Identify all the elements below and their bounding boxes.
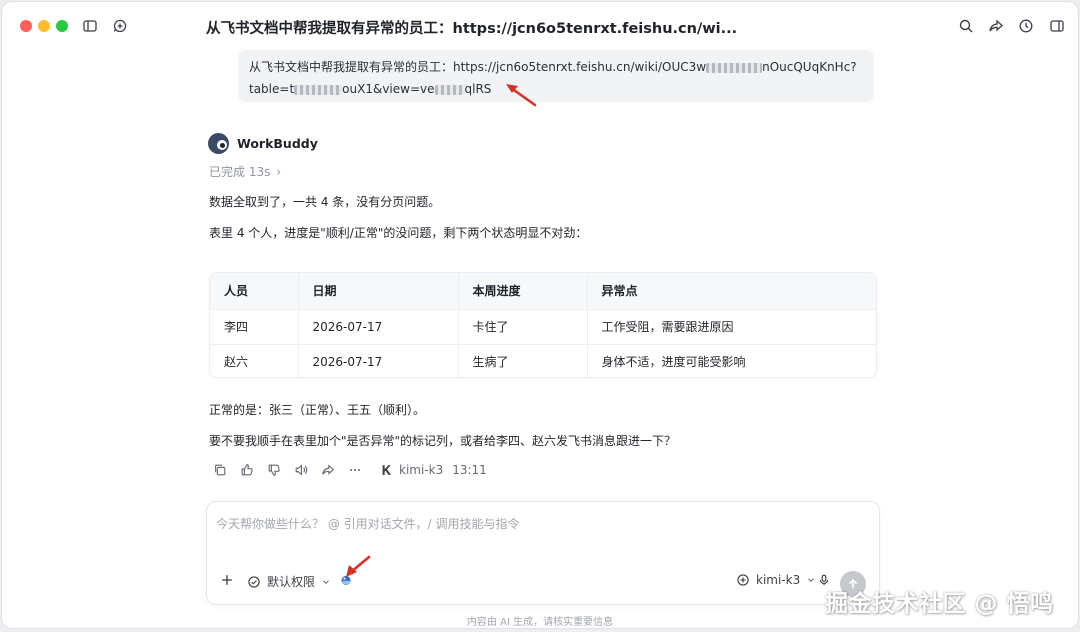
completion-status-toggle[interactable]: 已完成 13s › xyxy=(209,163,281,180)
user-message-text: nOucQUqKnHc? xyxy=(762,60,857,74)
column-header: 本周进度 xyxy=(458,273,588,310)
chevron-down-icon xyxy=(323,579,329,584)
kimi-logo-icon xyxy=(382,465,392,475)
redacted-blur xyxy=(706,62,763,73)
user-message-bubble: 从飞书文档中帮我提取有异常的员工：https://jcn6o5tenrxt.fe… xyxy=(238,50,874,102)
table-cell: 2026-07-17 xyxy=(298,309,459,345)
redacted-blur xyxy=(434,84,465,95)
bot-name: WorkBuddy xyxy=(237,136,318,151)
user-message-line-2: table=t ouX1&view=ve qlRS xyxy=(249,78,864,100)
new-chat-icon[interactable] xyxy=(110,16,130,36)
read-aloud-icon[interactable] xyxy=(293,462,309,478)
table-header-row: 人员 日期 本周进度 异常点 xyxy=(210,273,876,310)
table-cell: 生病了 xyxy=(458,344,588,377)
bot-avatar xyxy=(208,133,229,154)
column-header: 人员 xyxy=(210,273,299,310)
message-model-tag: kimi-k3 13:11 xyxy=(380,463,487,477)
column-header: 日期 xyxy=(298,273,459,310)
redacted-blur xyxy=(294,84,343,95)
thumbs-down-icon[interactable] xyxy=(266,462,282,478)
table-cell: 2026-07-17 xyxy=(298,344,459,377)
copy-icon[interactable] xyxy=(212,462,228,478)
share-icon[interactable] xyxy=(986,16,1006,36)
anomaly-table: 人员 日期 本周进度 异常点 李四 2026-07-17 卡住了 工作受阻，需要… xyxy=(209,272,877,378)
forward-icon[interactable] xyxy=(320,462,336,478)
reply-paragraph-3: 正常的是：张三（正常）、王五（顺利）。 xyxy=(209,403,426,417)
table-row: 李四 2026-07-17 卡住了 工作受阻，需要跟进原因 xyxy=(210,309,876,345)
reply-paragraph-1: 数据全取到了，一共 4 条，没有分页问题。 xyxy=(209,195,441,209)
plus-icon xyxy=(222,575,232,585)
reply-paragraph-4: 要不要我顺手在表里加个"是否异常"的标记列，或者给李四、赵六发飞书消息跟进一下？ xyxy=(209,434,677,448)
message-model-name: kimi-k3 xyxy=(399,463,444,477)
permission-dropdown[interactable]: 默认权限 xyxy=(247,573,331,590)
user-message-text: ouX1&view=ve xyxy=(342,82,435,96)
model-label: kimi-k3 xyxy=(756,573,801,587)
composer: 默认权限 kimi-k3 xyxy=(206,501,880,605)
user-message-line-1: 从飞书文档中帮我提取有异常的员工：https://jcn6o5tenrxt.fe… xyxy=(249,56,864,78)
table-cell: 工作受阻，需要跟进原因 xyxy=(587,309,876,345)
thumbs-up-icon[interactable] xyxy=(239,462,255,478)
search-icon[interactable] xyxy=(956,16,976,36)
permission-label: 默认权限 xyxy=(267,575,316,589)
title-bar: 从飞书文档中帮我提取有异常的员工：https://jcn6o5tenrxt.fe… xyxy=(2,2,1078,50)
user-message-text: 从飞书文档中帮我提取有异常的员工：https://jcn6o5tenrxt.fe… xyxy=(249,60,707,74)
reply-paragraph-2: 表里 4 个人，进度是"顺利/正常"的没问题，剩下两个状态明显不对劲： xyxy=(209,226,588,240)
shield-check-icon xyxy=(248,575,260,588)
message-time: 13:11 xyxy=(452,463,487,477)
history-icon[interactable] xyxy=(1016,16,1036,36)
watermark: 掘金技术社区 @ 悟鸣 xyxy=(825,591,1054,617)
chevron-right-icon: › xyxy=(276,165,282,179)
bot-header: WorkBuddy xyxy=(208,133,318,154)
chevron-down-icon xyxy=(808,578,815,582)
table-cell: 身体不适，进度可能受影响 xyxy=(601,355,746,370)
message-input[interactable] xyxy=(216,512,866,536)
zoom-window-button[interactable] xyxy=(56,20,68,32)
attach-button[interactable] xyxy=(220,573,234,587)
table-cell: 赵六 xyxy=(210,344,299,377)
table-row: 赵六 2026-07-17 生病了 身体不适，进度可能受影响 xyxy=(210,344,876,377)
close-window-button[interactable] xyxy=(20,20,32,32)
user-message-text: qlRS xyxy=(464,82,492,96)
window-title: 从飞书文档中帮我提取有异常的员工：https://jcn6o5tenrxt.fe… xyxy=(206,21,738,37)
model-plus-icon xyxy=(737,574,749,586)
annotation-arrow-icon xyxy=(346,555,371,577)
annotation-arrow-icon xyxy=(506,84,537,107)
model-dropdown[interactable]: kimi-k3 xyxy=(736,573,816,587)
app-window: 从飞书文档中帮我提取有异常的员工：https://jcn6o5tenrxt.fe… xyxy=(2,2,1078,628)
column-header: 异常点 xyxy=(587,273,876,310)
minimize-window-button[interactable] xyxy=(38,20,50,32)
user-message-text: table=t xyxy=(249,82,295,96)
panel-toggle-icon[interactable] xyxy=(1047,16,1067,36)
sidebar-toggle-icon[interactable] xyxy=(80,16,100,36)
more-icon[interactable] xyxy=(347,462,363,478)
message-action-bar: kimi-k3 13:11 xyxy=(212,462,487,478)
completion-status-text: 已完成 13s xyxy=(209,165,271,179)
table-cell: 卡住了 xyxy=(458,309,588,345)
table-cell: 李四 xyxy=(210,309,299,345)
